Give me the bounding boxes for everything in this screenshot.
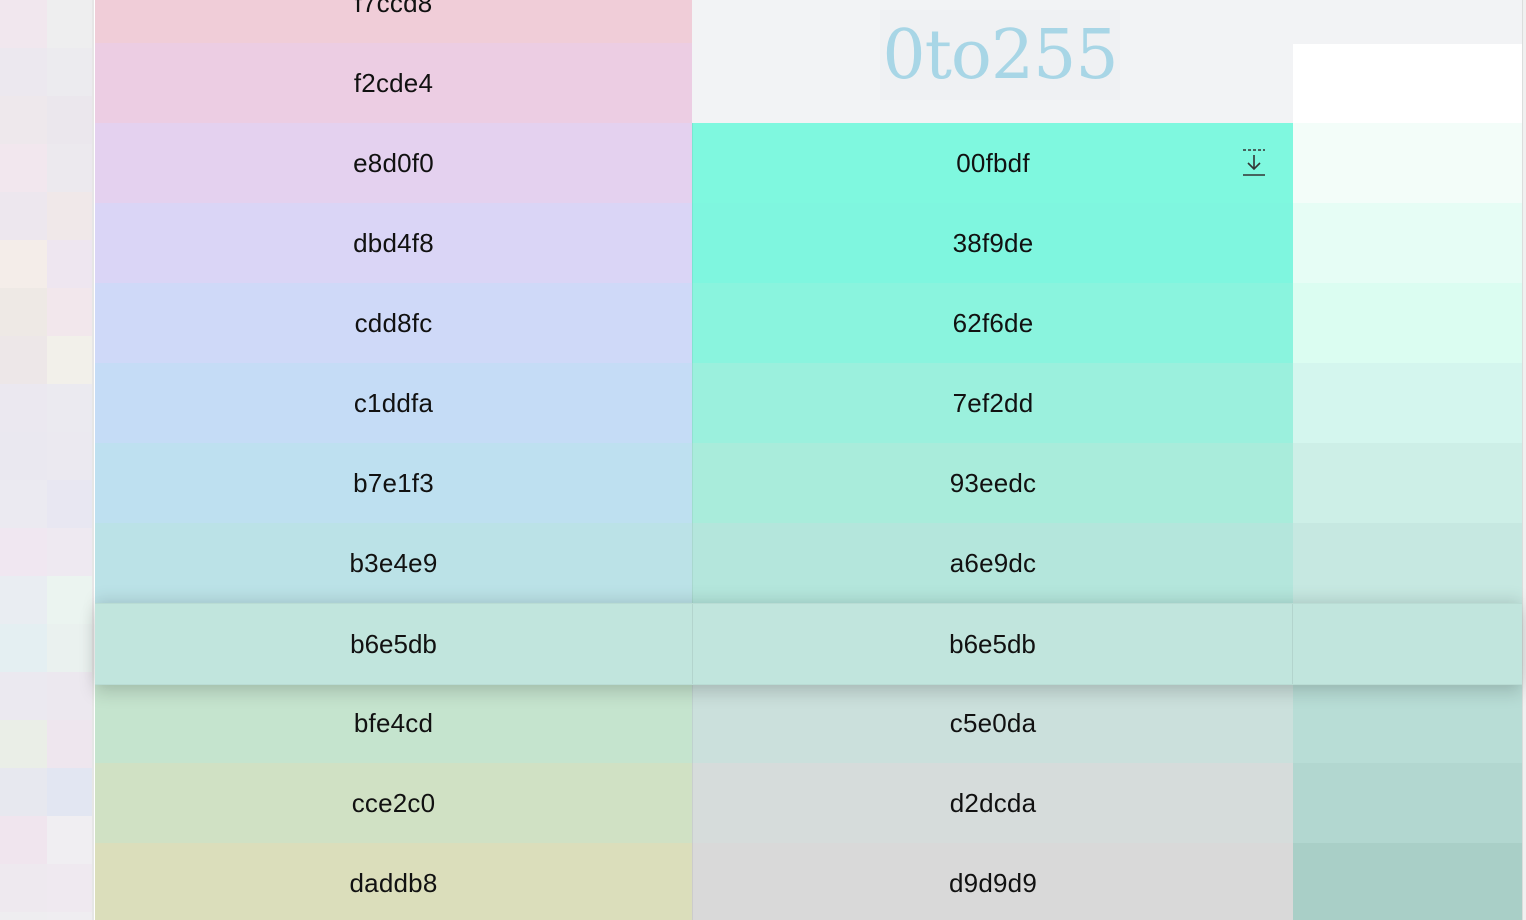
color-cell[interactable]: f2cde4 (95, 43, 692, 123)
tint-swatch[interactable] (1293, 763, 1522, 843)
download-icon[interactable] (1241, 147, 1267, 177)
history-swatch[interactable] (47, 432, 94, 480)
history-swatch[interactable] (0, 672, 47, 720)
history-swatch[interactable] (0, 96, 47, 144)
history-swatch[interactable] (47, 624, 94, 672)
color-cell[interactable]: cce2c0 (95, 763, 692, 843)
color-cell[interactable]: 38f9de (692, 203, 1293, 283)
tint-swatch[interactable] (1293, 123, 1522, 203)
history-swatch[interactable] (0, 768, 47, 816)
history-swatch[interactable] (0, 48, 47, 96)
history-swatch[interactable] (47, 240, 94, 288)
color-cell[interactable]: daddb8 (95, 843, 692, 920)
color-cell[interactable]: bfe4cd (95, 683, 692, 763)
history-swatch[interactable] (47, 96, 94, 144)
color-cell[interactable]: dbd4f8 (95, 203, 692, 283)
tint-swatch[interactable] (1293, 843, 1522, 920)
scrollbar-track[interactable] (1522, 0, 1526, 920)
history-swatch[interactable] (0, 480, 47, 528)
tints-column (1293, 0, 1522, 920)
history-swatch[interactable] (0, 528, 47, 576)
history-swatch[interactable] (47, 480, 94, 528)
color-cell[interactable]: 7ef2dd (692, 363, 1293, 443)
color-cell[interactable]: b7e1f3 (95, 443, 692, 523)
selected-color-swatch[interactable] (1293, 604, 1522, 684)
color-cell[interactable]: cdd8fc (95, 283, 692, 363)
color-cell[interactable]: d9d9d9 (692, 843, 1293, 920)
right-header (1293, 0, 1522, 45)
history-swatch[interactable] (0, 240, 47, 288)
tint-swatch[interactable] (1293, 683, 1522, 763)
selected-color-left[interactable]: b6e5db (95, 604, 692, 684)
history-swatch[interactable] (47, 720, 94, 768)
history-swatch[interactable] (47, 288, 94, 336)
history-swatch[interactable] (0, 336, 47, 384)
selected-color-label[interactable]: b6e5db (692, 604, 1293, 684)
history-swatch[interactable] (0, 288, 47, 336)
color-cell[interactable]: f7ccd8 (95, 0, 692, 43)
history-swatch[interactable] (47, 768, 94, 816)
history-swatch[interactable] (47, 576, 94, 624)
history-swatch[interactable] (0, 864, 47, 912)
color-cell[interactable]: a6e9dc (692, 523, 1293, 603)
history-swatch[interactable] (0, 720, 47, 768)
tint-swatch[interactable] (1293, 203, 1522, 283)
history-swatch[interactable] (0, 432, 47, 480)
history-swatch[interactable] (47, 672, 94, 720)
tint-swatch[interactable] (1293, 283, 1522, 363)
header: 0to255 (692, 0, 1293, 123)
history-swatch[interactable] (47, 192, 94, 240)
tint-swatch[interactable] (1293, 523, 1522, 603)
history-swatch[interactable] (47, 912, 94, 920)
color-cell[interactable]: 93eedc (692, 443, 1293, 523)
history-mosaic (0, 0, 94, 920)
color-cell[interactable]: 62f6de (692, 283, 1293, 363)
history-swatch[interactable] (0, 576, 47, 624)
sidebar-divider (92, 0, 94, 920)
lighter-variations-column: f7ccd8 f2cde4 e8d0f0 dbd4f8 cdd8fc c1ddfa b7e1… (95, 0, 692, 920)
color-cell[interactable]: e8d0f0 (95, 123, 692, 203)
history-swatch[interactable] (0, 912, 47, 920)
shades-column: 0to255 00fbdf 38f9de 62f6de 7ef2dd 93eedc a6e… (692, 0, 1293, 920)
color-cell[interactable]: b3e4e9 (95, 523, 692, 603)
history-swatch[interactable] (47, 528, 94, 576)
color-cell[interactable]: 00fbdf (692, 123, 1293, 203)
color-cell[interactable]: c1ddfa (95, 363, 692, 443)
history-swatch[interactable] (0, 816, 47, 864)
logo[interactable]: 0to255 (880, 10, 1120, 100)
color-cell[interactable]: c5e0da (692, 683, 1293, 763)
tint-swatch[interactable] (1293, 44, 1522, 123)
history-swatch[interactable] (0, 624, 47, 672)
color-cell[interactable]: d2dcda (692, 763, 1293, 843)
history-swatch[interactable] (47, 864, 94, 912)
tint-swatch[interactable] (1293, 363, 1522, 443)
history-swatch[interactable] (47, 384, 94, 432)
tint-swatch[interactable] (1293, 443, 1522, 523)
history-swatch[interactable] (47, 336, 94, 384)
history-swatch[interactable] (0, 144, 47, 192)
history-swatch[interactable] (0, 384, 47, 432)
selected-color-row: b6e5db b6e5db (95, 603, 1522, 685)
history-swatch[interactable] (0, 192, 47, 240)
history-swatch[interactable] (47, 0, 94, 48)
history-swatch[interactable] (47, 816, 94, 864)
history-swatch[interactable] (47, 48, 94, 96)
history-swatch[interactable] (0, 0, 47, 48)
history-swatch[interactable] (47, 144, 94, 192)
